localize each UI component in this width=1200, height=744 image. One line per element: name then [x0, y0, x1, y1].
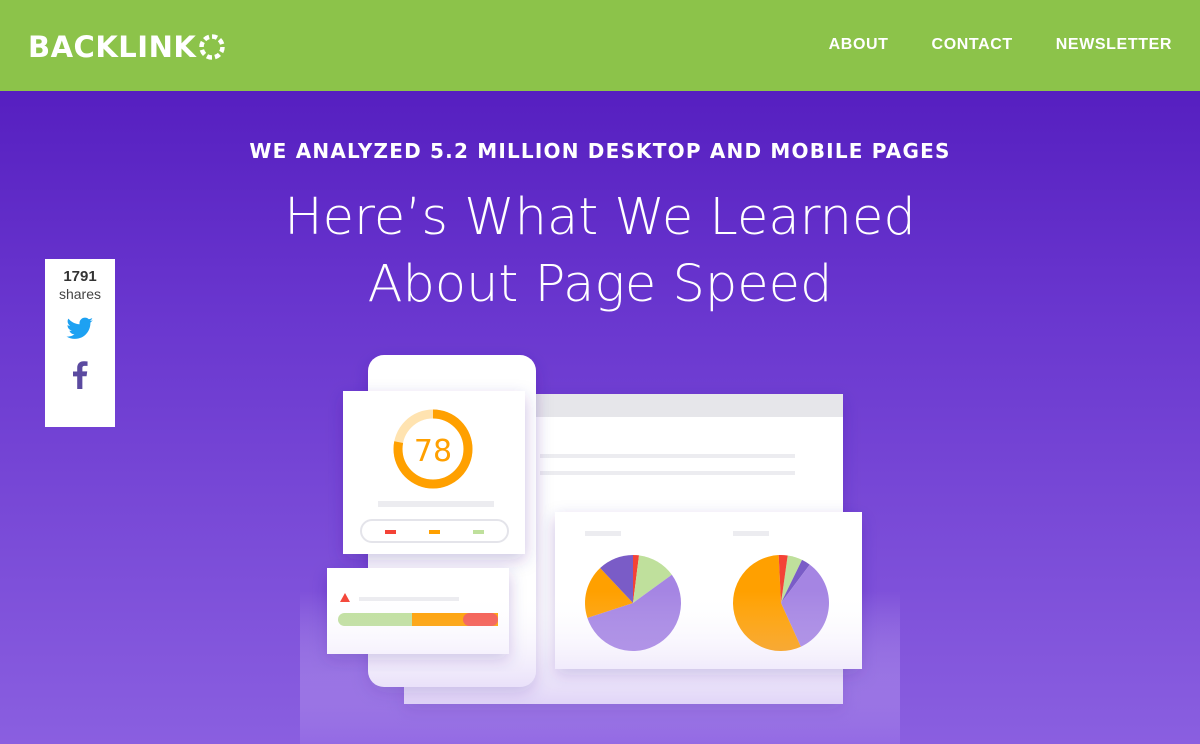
facebook-icon[interactable] — [70, 361, 90, 389]
hero-section: WE ANALYZED 5.2 MILLION DESKTOP AND MOBI… — [0, 91, 1200, 744]
legend-green — [473, 530, 484, 534]
twitter-icon[interactable] — [66, 317, 94, 341]
legend-red — [385, 530, 396, 534]
score-card: 78 — [343, 391, 525, 554]
share-widget: 1791 shares — [45, 259, 115, 427]
logo-ring-icon — [199, 34, 226, 60]
share-label: shares — [58, 286, 102, 302]
logo-wordmark: BACKLINK — [28, 30, 197, 64]
legend-orange — [429, 530, 440, 534]
nav-contact-link[interactable]: CONTACT — [932, 36, 1013, 54]
nav-about-link[interactable]: ABOUT — [829, 36, 889, 54]
site-header: BACKLINK ABOUT CONTACT NEWSLETTER — [0, 0, 1200, 91]
score-value: 78 — [414, 434, 452, 469]
page-speed-illustration: 78 — [300, 355, 900, 744]
main-nav: ABOUT CONTACT NEWSLETTER — [829, 36, 1172, 54]
backlinko-logo[interactable]: BACKLINK — [28, 30, 226, 64]
nav-newsletter-link[interactable]: NEWSLETTER — [1056, 36, 1172, 54]
share-count: 1791 — [63, 268, 97, 285]
